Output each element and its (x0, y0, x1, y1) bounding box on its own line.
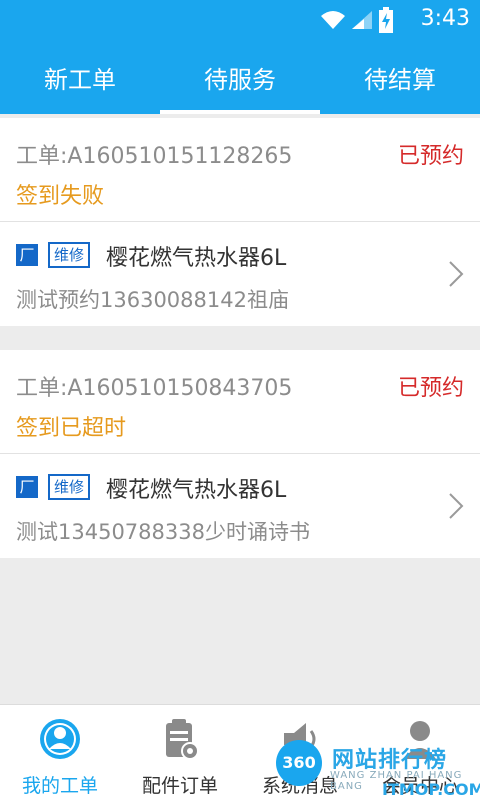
order-description: 测试预约13630088142祖庙 (16, 288, 289, 312)
factory-badge: 厂 (16, 244, 38, 266)
order-card[interactable]: 工单:A160510150843705 已预约 签到已超时 厂 维修 樱花燃气热… (0, 350, 480, 558)
service-type-badge: 维修 (48, 474, 90, 500)
nav-parts-orders[interactable]: 配件订单 (120, 705, 240, 800)
factory-badge: 厂 (16, 476, 38, 498)
service-type-badge: 维修 (48, 242, 90, 268)
order-state: 已预约 (397, 376, 464, 401)
watermark-logo: 360 (276, 740, 322, 786)
tab-pending-service[interactable]: 待服务 (160, 40, 320, 114)
signal-icon (352, 11, 372, 29)
nav-my-orders[interactable]: 我的工单 (0, 705, 120, 800)
order-card-body[interactable]: 厂 维修 樱花燃气热水器6L 测试预约13630088142祖庙 (0, 222, 480, 326)
clipboard-gear-icon (166, 719, 199, 760)
order-state: 已预约 (397, 144, 464, 169)
sign-in-status: 签到已超时 (16, 416, 127, 441)
order-list: 工单:A160510151128265 已预约 签到失败 厂 维修 樱花燃气热水… (0, 114, 480, 704)
chevron-right-icon (449, 261, 464, 287)
product-name: 樱花燃气热水器6L (106, 478, 287, 503)
order-card[interactable]: 工单:A160510151128265 已预约 签到失败 厂 维修 樱花燃气热水… (0, 118, 480, 326)
nav-label: 我的工单 (21, 775, 98, 797)
person-circle-icon (40, 719, 80, 759)
product-name: 樱花燃气热水器6L (106, 246, 287, 271)
watermark-domain: ITMOP.COM (382, 780, 480, 799)
battery-charging-icon (379, 7, 393, 33)
top-tab-bar: 新工单 待服务 待结算 (0, 40, 480, 114)
wifi-icon (321, 11, 345, 29)
order-number: 工单:A160510150843705 (16, 376, 293, 401)
order-card-body[interactable]: 厂 维修 樱花燃气热水器6L 测试13450788338少时诵诗书 (0, 454, 480, 558)
tab-new-orders[interactable]: 新工单 (0, 40, 160, 114)
order-description: 测试13450788338少时诵诗书 (16, 520, 310, 544)
tab-pending-settlement[interactable]: 待结算 (320, 40, 480, 114)
order-number: 工单:A160510151128265 (16, 144, 293, 169)
sign-in-status: 签到失败 (16, 184, 105, 209)
order-card-header: 工单:A160510151128265 已预约 签到失败 (0, 118, 480, 222)
site-watermark: 360 网站排行榜 WANG ZHAN PAI HANG BANG ITMOP.… (270, 736, 480, 800)
status-icons (320, 7, 394, 33)
nav-label: 配件订单 (141, 775, 218, 797)
order-card-header: 工单:A160510150843705 已预约 签到已超时 (0, 350, 480, 454)
status-bar: 3:43 (0, 0, 480, 40)
status-time: 3:43 (420, 6, 470, 31)
chevron-right-icon (449, 493, 464, 519)
